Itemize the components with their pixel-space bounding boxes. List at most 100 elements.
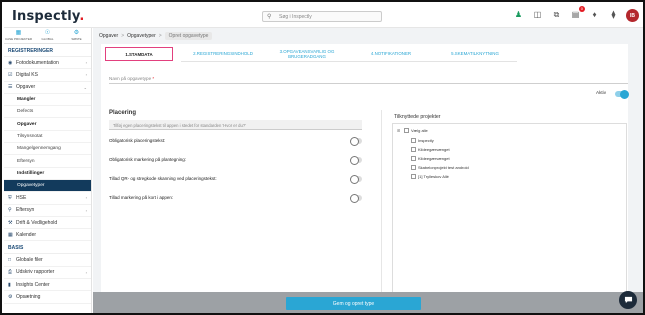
toggle-qr-stregkode[interactable] [350,175,362,184]
tree-node[interactable]: Kildeegærvænget [411,156,450,161]
sidebar-sub-opgavetyper[interactable]: Opgavetyper [4,179,91,193]
sitemap-icon[interactable]: ◫ [532,9,543,20]
bell-icon[interactable]: ♦ [589,9,600,20]
checkbox[interactable] [404,128,409,133]
project-tree: ⊞ Vælg alle Inspectly Kildeegærvænget Ki… [392,123,627,313]
task-icon: ☰ [8,84,13,91]
form-card: 1.STAMDATA 2.REGISTRERINGSINDHOLD 3.OPGA… [101,44,629,313]
placering-placeholder: Tilføj egen placeringstekst til appen i … [113,123,246,128]
sidebar-sub-eftersyn[interactable]: Eftersyn [4,155,91,168]
sidebar-item-opsaetning[interactable]: ⚙ Opsætning [4,291,91,304]
aktiv-label: Aktiv [596,90,606,95]
sidebar-item-eftersyn[interactable]: ⚲ Eftersyn › [4,205,91,217]
chat-icon[interactable] [619,291,637,309]
app-frame: Inspectly. ⚲ Søg i Inspectly ♟ ◫ ⧉ ▤ 0 ♦ … [0,0,645,315]
tree-root[interactable]: ⊞ Vælg alle [397,128,428,133]
global-search[interactable]: ⚲ Søg i Inspectly [262,11,382,22]
chevron-right-icon: › [85,195,87,201]
save-create-button[interactable]: Gem og opret type [286,297,421,310]
toggle-row-plantegning: Obligatorisk markering på plantegning: [109,156,362,165]
nav-global[interactable]: ☉ GLOBAL [33,28,62,43]
toggle-row-placeringstekst: Obligatorisk placeringstekst: [109,137,362,146]
globe-icon: ☉ [44,30,51,36]
calendar-icon: ▦ [8,231,13,238]
avatar[interactable]: IB [626,9,639,22]
search-icon: ⚲ [8,207,12,214]
chart-icon: ▮ [8,281,11,288]
breadcrumb-opgavetyper[interactable]: Opgavetyper [127,33,156,39]
case-icon: ▦ [15,30,22,36]
sidebar-item-digital-ks[interactable]: ☑ Digital KS › [4,69,91,82]
toggle-markering-kort[interactable] [350,194,362,203]
notification-cart-icon[interactable]: ▤ 0 [570,6,585,20]
sidebar-sub-mangelgennemgang[interactable]: Mangelgennemgang [4,143,91,156]
checkbox[interactable] [411,174,416,179]
collapse-icon[interactable]: ⊞ [397,128,402,133]
pin-icon[interactable]: ⧫ [608,9,619,20]
chevron-right-icon: › [85,207,87,213]
checkbox[interactable] [411,165,416,170]
notification-badge: 0 [578,6,585,12]
bottom-action-bar: Gem og opret type [93,291,643,313]
tab-notifikationer[interactable]: 4.NOTIFIKATIONER [349,46,433,62]
sidebar-item-globale-filer[interactable]: □ Globale filer [4,254,91,267]
aktiv-toggle[interactable] [615,90,629,99]
checkbox[interactable] [411,156,416,161]
chevron-right-icon: › [85,60,87,66]
shield-icon: ⛨ [8,194,12,201]
sidebar-item-insights[interactable]: ▮ Insights Center [4,279,91,292]
tree-node[interactable]: [1] Trylleskov Allé [411,174,449,179]
checkbox[interactable] [411,138,416,143]
sidebar-top-nav: ▦ CASE PROJEKTER ☉ GLOBAL ⚙ SØNTE [4,28,91,44]
toggle-obligatorisk-plantegning[interactable] [350,156,362,165]
print-icon: ⎙ [8,269,13,276]
person-upload-icon[interactable]: ♟ [513,9,524,20]
section-basis: BASIS [4,241,91,255]
sidebar-item-udskriv-rapporter[interactable]: ⎙ Udskriv rapporter › [4,267,91,280]
checkbox[interactable] [411,147,416,152]
sidebar-sub-opgaver[interactable]: Opgaver [4,118,91,131]
sidebar-item-hse[interactable]: ⛨ HSE › [4,192,91,205]
tab-skematilknytning[interactable]: 5.SKEMATILKNYTNING [433,46,517,62]
nav-settings[interactable]: ⚙ SØNTE [62,28,91,43]
checklist-icon: ☑ [8,71,13,78]
header-icons: ♟ ◫ ⧉ ▤ 0 ♦ ⧫ [513,6,619,20]
toggle-row-qr: Tillad QR- og stregkode skanning ved pla… [109,175,362,184]
breadcrumb-opgaver[interactable]: Opgaver [99,33,118,39]
sidebar-item-kalender[interactable]: ▦ Kalender [4,229,91,242]
sidebar-sub-defects[interactable]: Defects [4,106,91,119]
wizard-tabs: 1.STAMDATA 2.REGISTRERINGSINDHOLD 3.OPGA… [105,46,517,62]
search-icon: ⚲ [267,14,272,20]
sidebar-sub-mangler[interactable]: Mangler [4,94,91,107]
settings-icon: ⚙ [73,30,80,36]
sidebar-item-drift[interactable]: ⚒ Drift & Vedligehold [4,217,91,230]
column-divider [381,110,382,310]
file-icon: □ [8,257,12,264]
sidebar-sub-tilsynsnotat[interactable]: Tilsynsnotat [4,131,91,144]
sidebar-item-opgaver[interactable]: ☰ Opgaver ⌄ [4,82,91,94]
tab-registreringsindhold[interactable]: 2.REGISTRERINGSINDHOLD [181,46,265,62]
placering-title: Placering [109,110,137,116]
toggle-obligatorisk-placeringstekst[interactable] [350,137,362,146]
sidebar-sub-indstillinger[interactable]: Indstillinger [4,168,91,180]
breadcrumb-current: Opret opgavetype [164,32,213,40]
tree-node[interactable]: Skabelonprojekt test android [411,165,469,170]
placering-text-input[interactable]: Tilføj egen placeringstekst til appen i … [109,120,362,130]
tree-node[interactable]: Kildeegærvænget [411,147,450,152]
breadcrumb-separator: > [158,33,162,39]
nav-case-projects[interactable]: ▦ CASE PROJEKTER [4,28,33,43]
copy-icon[interactable]: ⧉ [551,9,562,20]
section-registreringer: REGISTRERINGER [4,44,91,57]
chevron-right-icon: › [85,269,87,275]
tab-opgaveansvarlig[interactable]: 3.OPGAVEANSVARLIG OG BRUGERADGANG [265,46,349,62]
name-field[interactable]: Navn på opgavetype * [109,74,628,84]
camera-icon: ◉ [8,59,13,66]
wrench-icon: ⚒ [8,219,13,226]
breadcrumb: Opgaver > Opgavetyper > Opret opgavetype [99,32,213,40]
sidebar-item-fotodokumentation[interactable]: ◉ Fotodokumentation › [4,57,91,70]
name-field-label: Navn på opgavetype * [109,76,155,81]
tree-node[interactable]: Inspectly [411,138,434,143]
app-logo[interactable]: Inspectly. [12,9,85,24]
toggle-row-kort: Tillad markering på kort i appen: [109,194,362,203]
tab-stamdata[interactable]: 1.STAMDATA [105,47,173,61]
